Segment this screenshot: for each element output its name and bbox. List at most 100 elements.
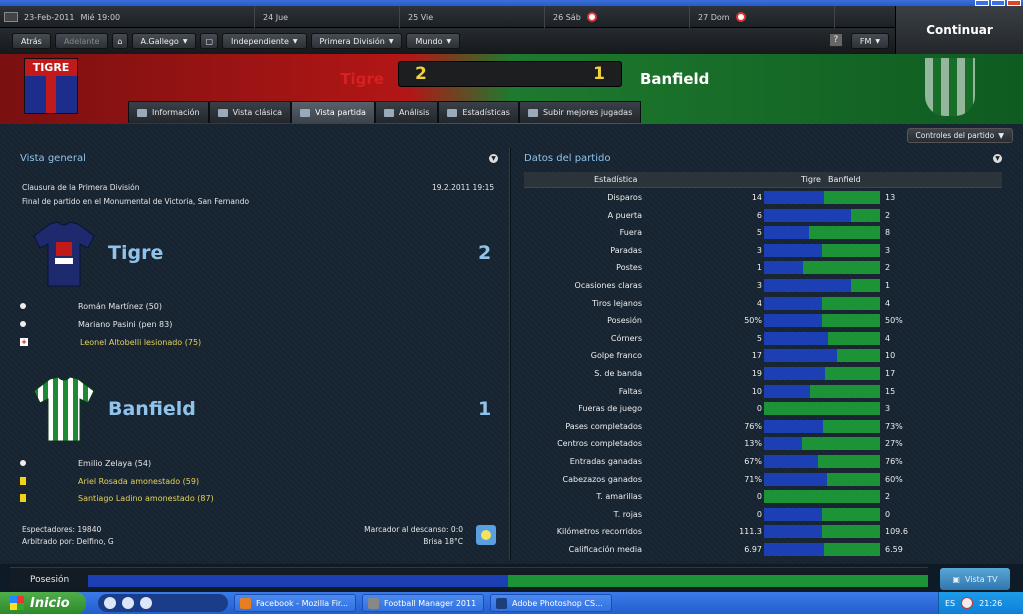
chevron-down-icon: ▼ [388,37,394,45]
tab-vista-clasica[interactable]: Vista clásica [208,101,292,123]
calendar-today[interactable]: 23-Feb-2011 Mié 19:00 [0,6,255,28]
weather-text: Brisa 18°C [423,537,463,546]
taskbar: Inicio Facebook - Mozilla Fir... Footbal… [0,592,1023,614]
stat-bar-home [764,419,823,433]
back-button[interactable]: Atrás [12,33,51,49]
inbox-icon[interactable]: ▢ [200,33,219,49]
away-crest [925,58,975,116]
stat-bar [764,455,880,468]
calendar-day-label: 26 Sáb [553,12,581,22]
match-datetime: 19.2.2011 19:15 [432,183,495,192]
tray-icon[interactable] [961,597,974,609]
home-shirt [33,221,95,287]
stat-away-value: 6.59 [885,545,903,554]
stat-bar [764,296,880,310]
stat-bar-away [818,455,880,468]
stat-home-value: 4 [756,298,762,308]
overview-home-score: 2 [478,242,492,264]
competition-menu[interactable]: Primera División ▼ [310,33,403,49]
halftime-score: Marcador al descanso: 0:0 [364,525,463,534]
stat-label: S. de banda [594,369,642,378]
manager-label: A.Gallego [140,36,179,46]
stat-bar-away [822,314,880,328]
tab-subir-jugadas[interactable]: Subir mejores jugadas [518,101,642,123]
play-pause-icon[interactable] [122,597,134,609]
media-player-controls[interactable] [98,594,228,612]
prev-icon[interactable] [104,597,116,609]
stat-home-value: 0 [756,492,762,502]
stat-bar [764,314,880,328]
continue-button[interactable]: Continuar [895,6,1023,54]
fm-menu[interactable]: FM ▼ [850,33,889,49]
event-goal: Mariano Pasini (pen 83) [20,317,172,331]
stat-bar [764,507,880,521]
event-text: Román Martínez (50) [78,301,163,311]
chevron-down-icon: ▼ [446,37,452,45]
start-label: Inicio [30,595,70,611]
tab-label: Información [152,108,200,117]
club-label: Independiente [231,36,289,46]
tv-icon: ▣ [952,574,960,584]
stat-label: Ocasiones claras [574,281,642,290]
stat-away-value: 2 [885,263,891,273]
match-controls-button[interactable]: Controles del partido ▼ [906,128,1013,143]
stat-row: Postes 1 2 [524,259,1002,277]
stat-away-value: 4 [885,333,891,343]
stat-bar-home [764,384,810,398]
world-menu[interactable]: Mundo ▼ [406,33,461,49]
stat-home-value: 50% [744,316,762,326]
language-indicator[interactable]: ES [945,599,955,608]
match-controls-label: Controles del partido [915,131,995,140]
away-team-name: Banfield [640,70,710,88]
stat-bar [764,261,880,275]
stat-label: Cabezazos ganados [562,474,643,484]
stat-row: Kilómetros recorridos 111.3 109.6 [524,523,1002,541]
tab-estadisticas[interactable]: Estadísticas [438,101,519,123]
stat-bar-away [822,525,880,539]
chevron-down-icon[interactable]: ▼ [489,154,498,163]
calendar-day[interactable]: 24 Jue [255,6,400,28]
stat-home-value: 10 [751,386,762,396]
stat-bar [764,367,880,380]
stat-bar-away [810,384,880,398]
manager-menu[interactable]: A.Gallego ▼ [131,33,197,49]
stat-row: A puerta 6 2 [524,207,1002,225]
tab-vista-partida[interactable]: Vista partida [291,101,375,123]
tv-view-button[interactable]: ▣ Vista TV [940,568,1010,590]
help-icon[interactable]: ? [828,33,843,47]
home-icon[interactable]: ⌂ [112,33,128,49]
home-crest-label: TIGRE [25,59,77,76]
calendar-day[interactable]: 25 Vie [400,6,545,28]
stat-bar-away [803,261,880,275]
next-icon[interactable] [140,597,152,609]
ball-icon [20,303,26,309]
stats-title: Datos del partido [524,153,611,164]
calendar-date: 23-Feb-2011 [24,12,75,22]
calendar-day[interactable]: 27 Dom [690,6,835,28]
overview-title: Vista general [20,153,86,164]
start-button[interactable]: Inicio [0,592,86,614]
forward-button[interactable]: Adelante [54,33,109,49]
stat-bar-away [822,507,880,521]
sun-icon [481,530,491,540]
task-football-manager[interactable]: Football Manager 2011 [362,594,484,612]
task-photoshop[interactable]: Adobe Photoshop CS... [490,594,612,612]
stat-home-value: 6.97 [744,545,762,554]
stat-bar-home [764,314,822,328]
club-menu[interactable]: Independiente ▼ [222,33,307,49]
tab-label: Estadísticas [462,108,510,117]
stat-bar-home [764,455,818,468]
tab-analisis[interactable]: Análisis [374,101,439,123]
match-view-icon [300,108,311,117]
task-firefox[interactable]: Facebook - Mozilla Fir... [234,594,356,612]
event-goal: Emilio Zelaya (54) [20,456,151,470]
away-shirt [33,376,95,442]
stat-row: Entradas ganadas 67% 76% [524,453,1002,471]
stat-away-value: 2 [885,210,891,220]
calendar-day[interactable]: 26 Sáb [545,6,690,28]
tab-informacion[interactable]: Información [128,101,209,123]
chevron-down-icon[interactable]: ▼ [993,154,1002,163]
stat-row: Golpe franco 17 10 [524,347,1002,365]
nav-bar: Atrás Adelante ⌂ A.Gallego ▼ ▢ Independie… [0,28,895,54]
stat-home-value: 76% [744,421,762,431]
